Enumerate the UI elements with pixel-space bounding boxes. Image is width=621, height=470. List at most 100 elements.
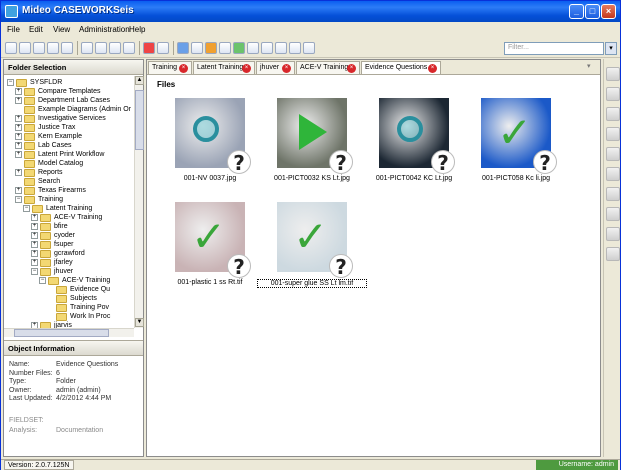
tree-node[interactable]: + fsuper — [31, 240, 73, 249]
expander-icon[interactable]: + — [31, 259, 38, 266]
file-thumbnail[interactable]: ✓? — [175, 202, 251, 279]
refresh-icon[interactable] — [61, 42, 73, 54]
scroll-up-icon[interactable]: ▲ — [135, 76, 144, 85]
tool-icon[interactable] — [606, 147, 620, 161]
file-name-label[interactable]: 001-PICT058 Kc li.jpg — [461, 175, 571, 182]
expander-icon[interactable]: − — [7, 79, 14, 86]
file-thumbnail[interactable]: ? — [379, 98, 455, 175]
expander-icon[interactable]: + — [15, 115, 22, 122]
expander-icon[interactable]: + — [31, 223, 38, 230]
expander-icon[interactable]: + — [15, 88, 22, 95]
tab-evidence-questions[interactable]: Evidence Questions × — [361, 61, 441, 74]
tree-node[interactable]: − Latent Training — [23, 204, 92, 213]
import-icon[interactable] — [143, 42, 155, 54]
tree-node[interactable]: Search — [15, 177, 60, 186]
expander-icon[interactable]: + — [31, 241, 38, 248]
expander-icon[interactable]: + — [15, 169, 22, 176]
tree-node[interactable]: − SYSFLDR — [7, 78, 62, 87]
file-name-label[interactable]: 001-PICT0032 KS Lt.jpg — [257, 175, 367, 182]
tool-icon[interactable] — [606, 207, 620, 221]
menu-help[interactable]: Help — [129, 25, 145, 34]
tree-node[interactable]: + Latent Print Workflow — [15, 150, 104, 159]
tool-icon[interactable] — [606, 247, 620, 261]
expander-icon[interactable]: + — [15, 97, 22, 104]
tree-node[interactable]: + Kern Example — [15, 132, 82, 141]
tab-jhuver[interactable]: jhuver × — [256, 61, 295, 74]
filter-dropdown-icon[interactable]: ▾ — [605, 42, 617, 55]
tree-horizontal-scrollbar[interactable] — [4, 328, 134, 337]
tree-node[interactable]: Work In Proc — [47, 312, 110, 321]
file-thumbnail[interactable]: ✓? — [277, 202, 353, 279]
close-tab-icon[interactable]: × — [347, 64, 356, 73]
tool-icon[interactable] — [606, 107, 620, 121]
cut-icon[interactable] — [81, 42, 93, 54]
forward-icon[interactable] — [47, 42, 59, 54]
expander-icon[interactable]: − — [23, 205, 30, 212]
scroll-thumb[interactable] — [135, 90, 144, 150]
menu-view[interactable]: View — [53, 25, 70, 34]
tree-node[interactable]: Evidence Qu — [47, 285, 110, 294]
expander-icon[interactable]: + — [15, 124, 22, 131]
file-thumbnail[interactable]: ✓? — [481, 98, 557, 175]
grid-icon[interactable] — [247, 42, 259, 54]
expander-icon[interactable]: + — [15, 187, 22, 194]
view-mode-icon[interactable] — [157, 42, 169, 54]
tree-node[interactable]: + bfire — [31, 222, 68, 231]
menu-file[interactable]: File — [7, 25, 20, 34]
expander-icon[interactable]: + — [31, 250, 38, 257]
tree-node[interactable]: Training Pov — [47, 303, 109, 312]
tree-node[interactable]: − jhuver — [31, 267, 73, 276]
tree-node[interactable]: + ACE-V Training — [31, 213, 102, 222]
file-name-label[interactable]: 001-plastic 1 ss Rt.tif — [155, 279, 265, 286]
scroll-down-icon[interactable]: ▼ — [135, 318, 144, 327]
compare-icon[interactable] — [275, 42, 287, 54]
back-icon[interactable] — [33, 42, 45, 54]
tree-vertical-scrollbar[interactable]: ▲ ▼ — [134, 76, 144, 328]
tool-icon[interactable] — [606, 227, 620, 241]
close-tab-icon[interactable]: × — [282, 64, 291, 73]
paste-icon[interactable] — [109, 42, 121, 54]
delete-icon[interactable] — [123, 42, 135, 54]
tree-node[interactable]: + Lab Cases — [15, 141, 71, 150]
tree-node[interactable]: + Texas Firearms — [15, 186, 86, 195]
expander-icon[interactable]: − — [31, 268, 38, 275]
tool-icon[interactable] — [606, 87, 620, 101]
tree-node[interactable]: + Investigative Services — [15, 114, 106, 123]
tab-training[interactable]: Training × — [148, 61, 192, 74]
tool-icon[interactable] — [606, 187, 620, 201]
file-name-label[interactable]: 001-PICT0042 KC Lt.jpg — [359, 175, 469, 182]
copy-icon[interactable] — [95, 42, 107, 54]
expander-icon[interactable]: + — [15, 142, 22, 149]
expander-icon[interactable]: + — [31, 214, 38, 221]
tool-icon[interactable] — [606, 127, 620, 141]
lock-icon[interactable] — [219, 42, 231, 54]
globe-icon[interactable] — [177, 42, 189, 54]
file-thumbnail[interactable]: ? — [277, 98, 353, 175]
filter-input[interactable]: Filter... — [504, 42, 604, 55]
tree-node[interactable]: + cyoder — [31, 231, 75, 240]
file-name-label[interactable]: 001-super glue SS Lt lm.tif — [257, 279, 367, 288]
tool-icon[interactable] — [606, 167, 620, 181]
close-tab-icon[interactable]: × — [428, 64, 437, 73]
tree-node[interactable]: + Reports — [15, 168, 63, 177]
expander-icon[interactable]: + — [15, 133, 22, 140]
new-icon[interactable] — [5, 42, 17, 54]
close-button[interactable]: × — [601, 4, 616, 19]
print-icon[interactable] — [289, 42, 301, 54]
tab-list-dropdown-icon[interactable]: ▾ — [587, 62, 597, 72]
hscroll-thumb[interactable] — [14, 329, 109, 337]
close-tab-icon[interactable]: × — [179, 64, 188, 73]
new-folder-icon[interactable] — [19, 42, 31, 54]
expander-icon[interactable]: + — [15, 151, 22, 158]
tab-latent-training[interactable]: Latent Training × — [193, 61, 255, 74]
tree-node[interactable]: Example Diagrams (Admin Or — [15, 105, 131, 114]
tree-node[interactable]: Model Catalog — [15, 159, 83, 168]
expander-icon[interactable]: − — [15, 196, 22, 203]
report-icon[interactable] — [233, 42, 245, 54]
tree-node[interactable]: + jfarley — [31, 258, 73, 267]
info-icon[interactable] — [205, 42, 217, 54]
menu-edit[interactable]: Edit — [29, 25, 43, 34]
menu-administration[interactable]: Administration — [79, 25, 130, 34]
tree-node[interactable]: + jjarvis — [31, 321, 72, 328]
file-name-label[interactable]: 001-NV 0037.jpg — [155, 175, 265, 182]
